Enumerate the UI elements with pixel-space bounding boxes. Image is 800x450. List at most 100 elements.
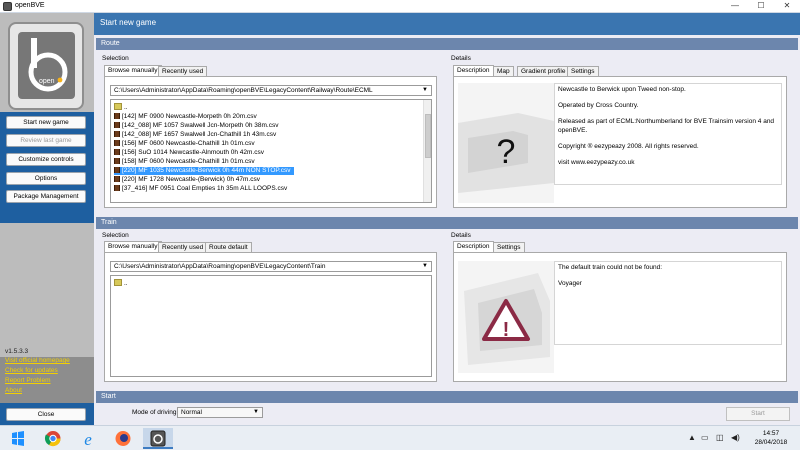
clock-time: 14:57 — [762, 430, 780, 437]
list-item-label: [37_416] MF 0951 Coal Empties 1h 35m ALL… — [122, 185, 288, 192]
openbve-logo: open — [8, 22, 84, 110]
options-button[interactable]: Options — [6, 172, 86, 185]
internet-explorer-icon[interactable]: e — [73, 428, 103, 449]
mode-of-driving-select[interactable]: Normal ▼ — [177, 407, 263, 418]
folder-icon — [114, 103, 122, 110]
train-tab-browse-manually[interactable]: Browse manually — [104, 241, 162, 252]
route-tab-settings[interactable]: Settings — [567, 66, 599, 76]
route-tab-description[interactable]: Description — [453, 65, 494, 76]
package-management-button[interactable]: Package Management — [6, 190, 86, 203]
app-icon — [3, 2, 12, 11]
route-file-list[interactable]: .. [142] MF 0900 Newcastle-Morpeth 0h 20… — [110, 99, 432, 203]
list-item[interactable]: [156] SuO 1014 Newcastle-Alnmouth 0h 42m… — [114, 149, 264, 157]
list-item-label: [220] MF 1035 Newcastle-Berwick 0h 44m N… — [122, 167, 291, 174]
list-item[interactable]: [142_088] MF 1057 Swalwell Jcn-Morpeth 0… — [114, 122, 278, 130]
train-preview-image: ! — [458, 261, 554, 373]
train-folder-combo[interactable]: C:\Users\Administrator\AppData\Roaming\o… — [110, 261, 432, 272]
train-selection-panel: C:\Users\Administrator\AppData\Roaming\o… — [104, 252, 437, 382]
close-window-button[interactable]: ✕ — [774, 0, 800, 12]
clock-date: 28/04/2018 — [754, 439, 788, 446]
train-selection-label: Selection — [102, 232, 129, 239]
list-item-selected[interactable]: [220] MF 1035 Newcastle-Berwick 0h 44m N… — [114, 167, 295, 175]
sidebar: open Start new game Review last game Cus… — [0, 13, 94, 427]
train-file-list[interactable]: .. — [110, 275, 432, 377]
firefox-icon[interactable] — [108, 428, 138, 449]
taskbar-clock[interactable]: 14:57 28/04/2018 — [748, 429, 794, 447]
list-item-label: .. — [124, 104, 128, 111]
customize-controls-button[interactable]: Customize controls — [6, 153, 86, 166]
about-link[interactable]: About — [5, 387, 22, 394]
start-new-game-button[interactable]: Start new game — [6, 116, 86, 129]
train-preview-graphic: ! — [464, 273, 550, 365]
report-problem-link[interactable]: Report Problem — [5, 377, 51, 384]
review-last-game-button[interactable]: Review last game — [6, 134, 86, 147]
svg-text:e: e — [84, 430, 92, 449]
route-tab-recently-used[interactable]: Recently used — [158, 66, 208, 76]
list-item[interactable]: [220] MF 1728 Newcastle-(Berwick) 0h 47m… — [114, 176, 260, 184]
list-item[interactable]: [158] MF 0600 Newcastle-Chathill 1h 01m.… — [114, 158, 255, 166]
volume-icon[interactable]: ◀) — [731, 433, 740, 442]
route-section-bar: Route — [96, 38, 798, 50]
chevron-down-icon: ▼ — [253, 409, 259, 415]
route-file-icon — [114, 158, 120, 164]
maximize-button[interactable]: ☐ — [748, 0, 774, 12]
list-item-label: [142_088] MF 1657 Swalwell Jcn-Chathill … — [122, 131, 277, 138]
train-tab-route-default[interactable]: Route default — [205, 242, 252, 252]
openbve-taskbar-icon[interactable] — [143, 428, 173, 449]
route-preview-image: ? — [458, 83, 554, 203]
train-tab-recently-used[interactable]: Recently used — [158, 242, 208, 252]
list-item[interactable]: [37_416] MF 0951 Coal Empties 1h 35m ALL… — [114, 185, 287, 193]
train-description-line: Voyager — [558, 280, 582, 288]
route-tab-gradient-profile[interactable]: Gradient profile — [517, 66, 570, 76]
list-item-label: .. — [124, 280, 128, 287]
route-description-line: Operated by Cross Country. — [558, 102, 639, 110]
list-item[interactable]: [142_088] MF 1657 Swalwell Jcn-Chathill … — [114, 131, 276, 139]
close-strip: Close — [0, 403, 94, 427]
train-section-bar: Train — [96, 217, 798, 229]
route-file-icon — [114, 122, 120, 128]
chevron-down-icon: ▼ — [422, 87, 428, 93]
logo-tile: open — [18, 32, 75, 99]
minimize-button[interactable]: — — [722, 0, 748, 12]
list-item-label: [156] MF 0600 Newcastle-Chathill 1h 01m.… — [122, 140, 255, 147]
scrollbar-thumb[interactable] — [425, 114, 431, 158]
train-details-label: Details — [451, 232, 471, 239]
question-mark-icon: ? — [497, 133, 516, 171]
list-item-label: [156] SuO 1014 Newcastle-Alnmouth 0h 42m… — [122, 149, 264, 156]
visit-homepage-link[interactable]: Visit official homepage — [5, 357, 70, 364]
tray-chevron-icon[interactable]: ▲ — [688, 433, 696, 442]
chevron-down-icon: ▼ — [422, 263, 428, 269]
start-button[interactable]: Start — [726, 407, 790, 421]
mode-value: Normal — [181, 409, 202, 416]
route-description-line: visit www.eezypeazy.co.uk — [558, 159, 635, 167]
list-item-label: [220] MF 1728 Newcastle-(Berwick) 0h 47m… — [122, 176, 260, 183]
route-details-label: Details — [451, 55, 471, 62]
list-item-up[interactable]: .. — [114, 103, 128, 111]
route-details-panel: ? Newcastle to Berwick upon Tweed non-st… — [453, 76, 787, 208]
route-description-text: Newcastle to Berwick upon Tweed non-stop… — [554, 83, 782, 185]
page-title: Start new game — [94, 13, 800, 35]
route-tab-map[interactable]: Map — [493, 66, 514, 76]
list-item[interactable]: [142] MF 0900 Newcastle-Morpeth 0h 20m.c… — [114, 113, 257, 121]
train-tab-settings[interactable]: Settings — [493, 242, 525, 252]
train-description-line: The default train could not be found: — [558, 264, 663, 271]
mode-of-driving-label: Mode of driving: — [132, 409, 179, 416]
list-item-up[interactable]: .. — [114, 279, 128, 287]
list-item-label: [142_088] MF 1057 Swalwell Jcn-Morpeth 0… — [122, 122, 279, 129]
check-updates-link[interactable]: Check for updates — [5, 367, 58, 374]
route-tab-browse-manually[interactable]: Browse manually — [104, 65, 162, 76]
train-tab-description[interactable]: Description — [453, 241, 494, 252]
route-file-icon — [114, 140, 120, 146]
tray-display-icon[interactable]: ▭ — [701, 433, 709, 442]
logo-text: open — [39, 78, 55, 85]
route-list-scrollbar[interactable] — [423, 100, 431, 202]
chrome-icon[interactable] — [38, 428, 68, 449]
network-icon[interactable]: ◫ — [716, 433, 724, 442]
route-description-line: Copyright ® eezypeazy 2008. All rights r… — [558, 142, 699, 150]
close-button[interactable]: Close — [6, 408, 86, 421]
title-bar: openBVE — ☐ ✕ — [0, 0, 800, 13]
windows-start-icon[interactable] — [3, 428, 33, 449]
route-folder-combo[interactable]: C:\Users\Administrator\AppData\Roaming\o… — [110, 85, 432, 96]
route-folder-path: C:\Users\Administrator\AppData\Roaming\o… — [114, 87, 373, 94]
list-item[interactable]: [156] MF 0600 Newcastle-Chathill 1h 01m.… — [114, 140, 255, 148]
